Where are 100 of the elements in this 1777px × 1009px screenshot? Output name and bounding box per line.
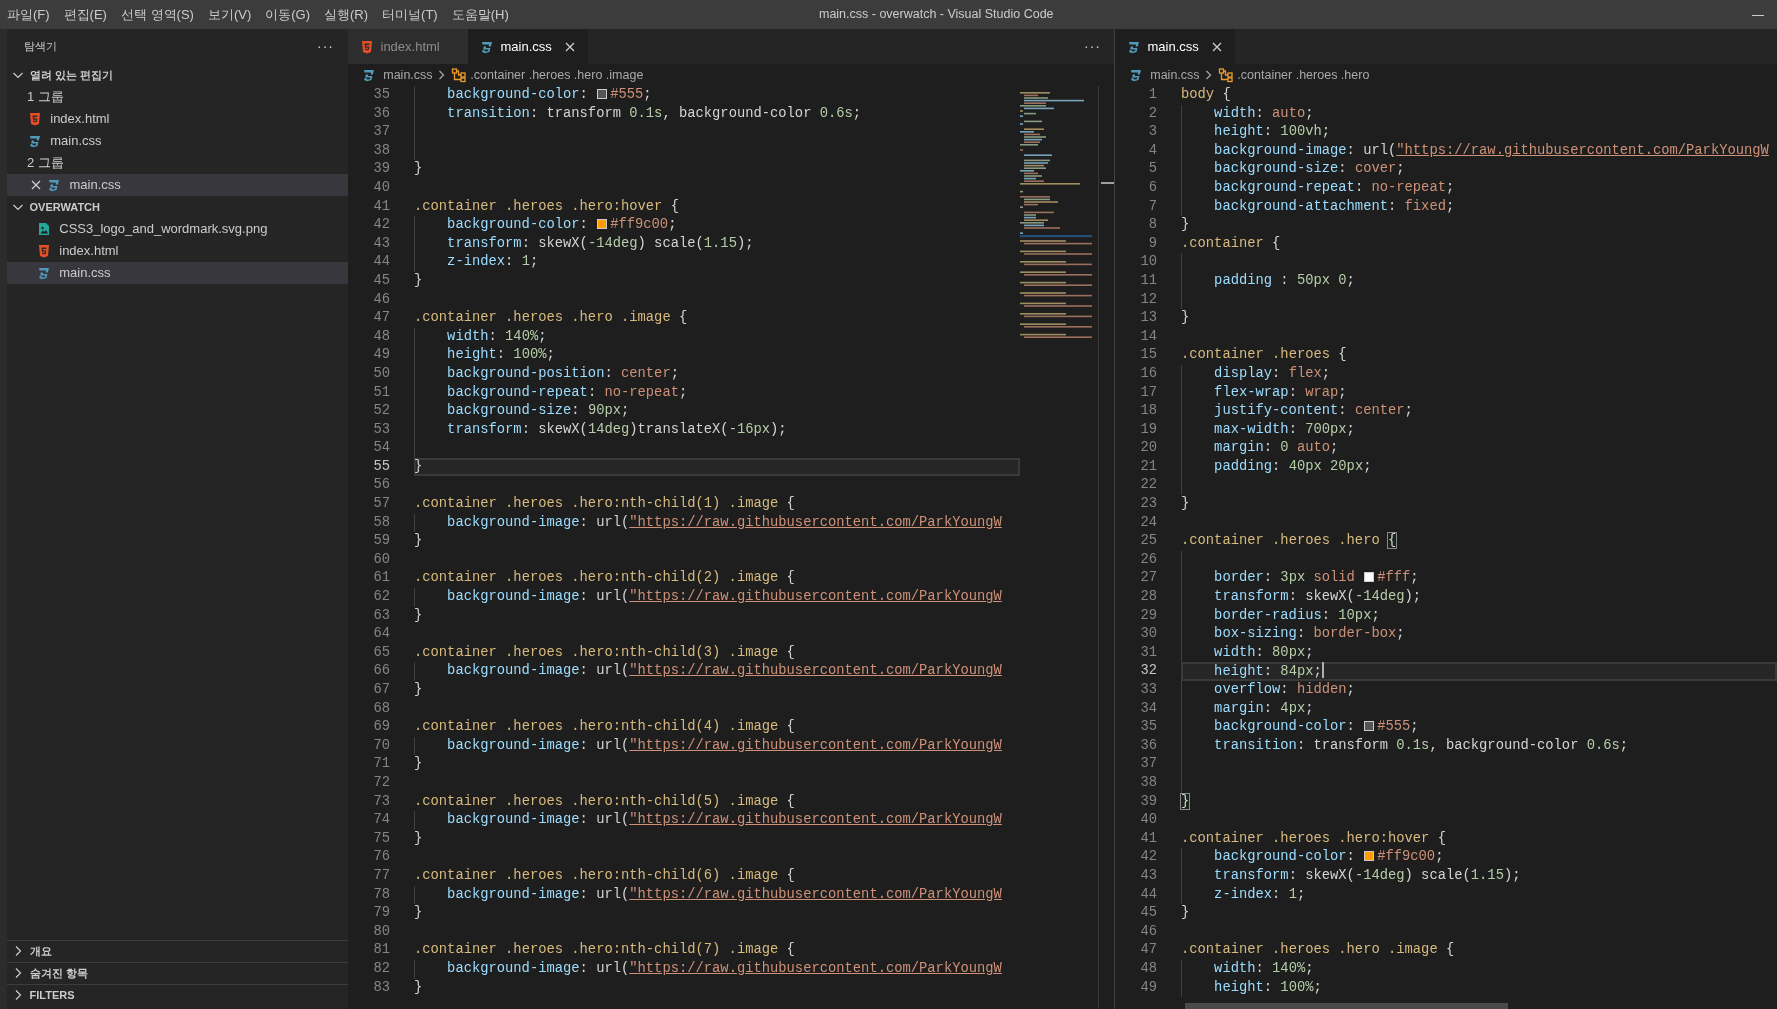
- line-number: 72: [372, 773, 390, 792]
- menu-item[interactable]: 터미널(T): [375, 4, 445, 25]
- file-item[interactable]: main.css: [7, 174, 348, 196]
- line-number: 48: [372, 327, 390, 346]
- menu-item[interactable]: 편집(E): [56, 4, 114, 25]
- section-header[interactable]: 개요: [7, 939, 348, 962]
- section-header[interactable]: 숨겨진 항목: [7, 961, 348, 984]
- file-item[interactable]: main.css: [7, 130, 348, 152]
- css-file-icon: [1127, 39, 1141, 54]
- section-header[interactable]: FILTERS: [7, 983, 348, 1006]
- line-number: 33: [1139, 681, 1157, 699]
- css-file-icon: [1129, 68, 1143, 82]
- line-number: 50: [372, 364, 390, 383]
- html-file-icon: [28, 112, 42, 126]
- html-file-icon: [360, 39, 374, 54]
- line-number: 77: [372, 866, 390, 885]
- editor-tab[interactable]: main.css: [1115, 29, 1235, 64]
- line-number: 64: [372, 625, 390, 644]
- line-number: 37: [372, 123, 390, 142]
- menu-item[interactable]: 이동(G): [258, 4, 318, 25]
- file-item[interactable]: main.css: [7, 262, 348, 284]
- css-file-icon: [47, 178, 62, 192]
- menu-item[interactable]: 파일(F): [0, 4, 57, 25]
- breadcrumb-item[interactable]: .container .heroes .hero: [1237, 65, 1370, 85]
- line-number: 61: [372, 569, 390, 588]
- line-number: 12: [1139, 290, 1157, 309]
- group-label: 2 그룹: [26, 154, 65, 173]
- line-number: 25: [1139, 532, 1157, 551]
- line-number: 44: [372, 253, 390, 272]
- line-number: 41: [372, 197, 390, 216]
- editor-tab[interactable]: main.css: [468, 29, 588, 64]
- breadcrumb-item[interactable]: main.css: [383, 65, 433, 85]
- line-number: 69: [372, 718, 390, 737]
- code-line: .container .heroes .hero:nth-child(4) .image {: [414, 718, 796, 737]
- line-number: 3: [1147, 123, 1157, 142]
- line-number: 40: [1139, 811, 1157, 830]
- more-actions[interactable]: ···: [317, 36, 334, 57]
- line-number: 73: [372, 792, 390, 811]
- line-number: 56: [372, 476, 390, 495]
- line-number: 7: [1147, 197, 1157, 216]
- code-line: }: [414, 904, 424, 923]
- horizontal-scrollbar[interactable]: [1185, 1003, 1508, 1009]
- code-line: .container .heroes .hero:nth-child(7) .image {: [414, 941, 796, 960]
- line-number: 42: [372, 216, 390, 235]
- line-number: 78: [372, 885, 390, 904]
- line-number: 80: [372, 922, 390, 941]
- code-line: .container .heroes .hero:nth-child(5) .image {: [414, 792, 796, 811]
- line-number: 41: [1139, 829, 1157, 848]
- css-file-icon: [28, 134, 42, 148]
- line-number: 62: [372, 588, 390, 607]
- line-number: 20: [1139, 439, 1157, 458]
- section-header[interactable]: 열려 있는 편집기: [7, 64, 348, 86]
- menu-item[interactable]: 보기(V): [200, 4, 259, 25]
- line-number: 76: [372, 848, 390, 867]
- file-item[interactable]: index.html: [7, 108, 348, 130]
- line-number: 51: [372, 383, 390, 402]
- line-number: 53: [372, 420, 390, 439]
- line-number: 34: [1139, 699, 1157, 718]
- code-line: }: [414, 532, 424, 551]
- line-number: 57: [372, 495, 390, 514]
- line-number: 15: [1139, 346, 1157, 365]
- line-number: 55: [372, 457, 390, 476]
- line-number: 9: [1147, 234, 1157, 253]
- line-number: 40: [372, 178, 390, 197]
- line-number: 82: [372, 959, 390, 978]
- line-number: 74: [372, 811, 390, 830]
- code-line: }: [414, 606, 424, 625]
- line-number: 5: [1147, 160, 1157, 179]
- line-number: 26: [1139, 550, 1157, 569]
- section-header[interactable]: OVERWATCH: [7, 196, 348, 218]
- window-title: main.css - overwatch - Visual Studio Code: [818, 6, 1054, 24]
- file-item[interactable]: CSS3_logo_and_wordmark.svg.png: [7, 218, 348, 240]
- menu-item[interactable]: 선택 영역(S): [113, 4, 201, 25]
- line-number: 66: [372, 662, 390, 681]
- line-number: 24: [1139, 513, 1157, 532]
- menu-item[interactable]: 도움말(H): [444, 4, 516, 25]
- line-number: 47: [372, 309, 390, 328]
- line-number: 32: [1139, 662, 1157, 681]
- line-number: 54: [372, 439, 390, 458]
- line-number: 36: [372, 104, 390, 123]
- line-number: 45: [1139, 904, 1157, 923]
- editor-tab[interactable]: index.html: [348, 29, 468, 64]
- line-number: 83: [372, 978, 390, 997]
- more-actions[interactable]: ···: [1084, 36, 1101, 57]
- line-number: 49: [372, 346, 390, 365]
- file-item[interactable]: index.html: [7, 240, 348, 262]
- line-number: 68: [372, 699, 390, 718]
- line-number: 31: [1139, 643, 1157, 662]
- line-number: 16: [1139, 364, 1157, 383]
- line-number: 70: [372, 736, 390, 755]
- line-number: 21: [1139, 457, 1157, 476]
- code-line: .container .heroes .hero .image {: [1181, 941, 1456, 960]
- breadcrumb-item[interactable]: .container .heroes .hero .image: [470, 65, 644, 85]
- code-line: body {: [1181, 86, 1232, 104]
- line-number: 29: [1139, 606, 1157, 625]
- menu-item[interactable]: 실행(R): [317, 4, 376, 25]
- breadcrumb-item[interactable]: main.css: [1150, 65, 1200, 85]
- code-line: .container {: [1181, 234, 1282, 253]
- line-number: 52: [372, 402, 390, 421]
- line-number: 81: [372, 941, 390, 960]
